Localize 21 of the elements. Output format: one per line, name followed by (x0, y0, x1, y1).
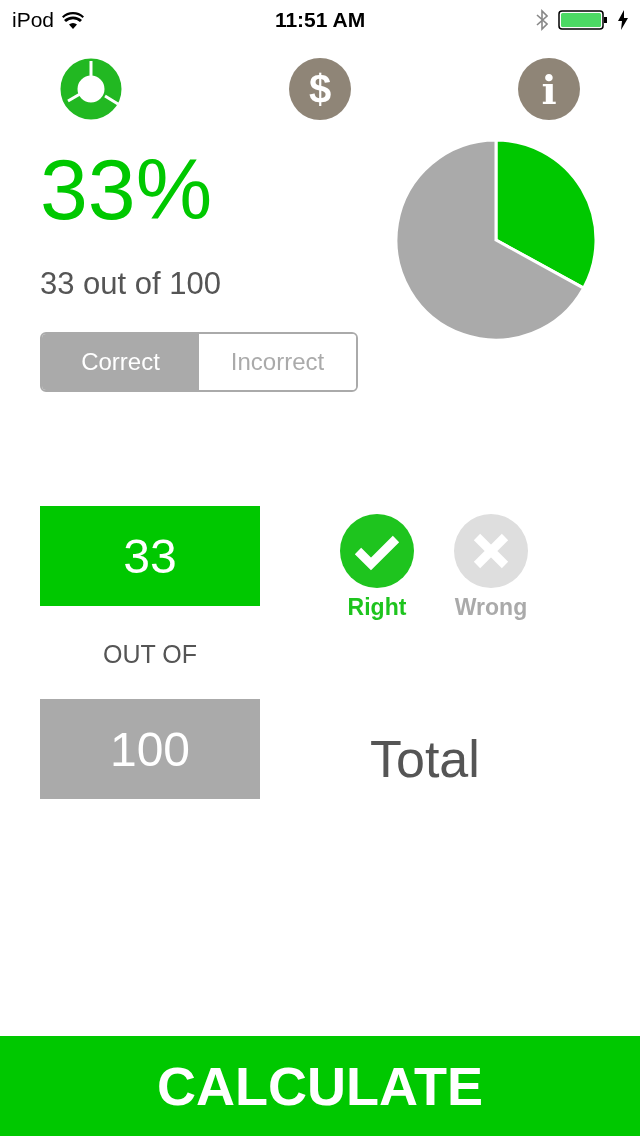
right-toggle[interactable]: Right (340, 514, 414, 621)
wifi-icon (62, 11, 85, 29)
score-summary: 33 out of 100 (40, 266, 222, 302)
carrier-name: iPod (12, 8, 55, 32)
check-icon (340, 514, 414, 588)
total-label: Total (370, 729, 481, 789)
cross-icon (454, 514, 528, 588)
calculate-button[interactable]: CALCULATE (0, 1036, 640, 1136)
wrong-toggle[interactable]: Wrong (454, 514, 528, 621)
clock-time: 11:51 AM (274, 8, 366, 32)
percent-score: 33% (40, 146, 214, 232)
battery-icon (558, 9, 608, 31)
segment-tab[interactable]: Correct (42, 334, 199, 390)
charging-icon (618, 10, 628, 30)
out-of-label: OUT OF (103, 640, 197, 669)
donut-logo-icon[interactable] (60, 58, 122, 120)
info-button[interactable]: i (518, 58, 580, 120)
total-field[interactable]: 100 (40, 699, 260, 799)
bluetooth-icon (536, 9, 548, 31)
dollar-button[interactable]: $ (289, 58, 351, 120)
score-field[interactable]: 33 (40, 506, 260, 606)
